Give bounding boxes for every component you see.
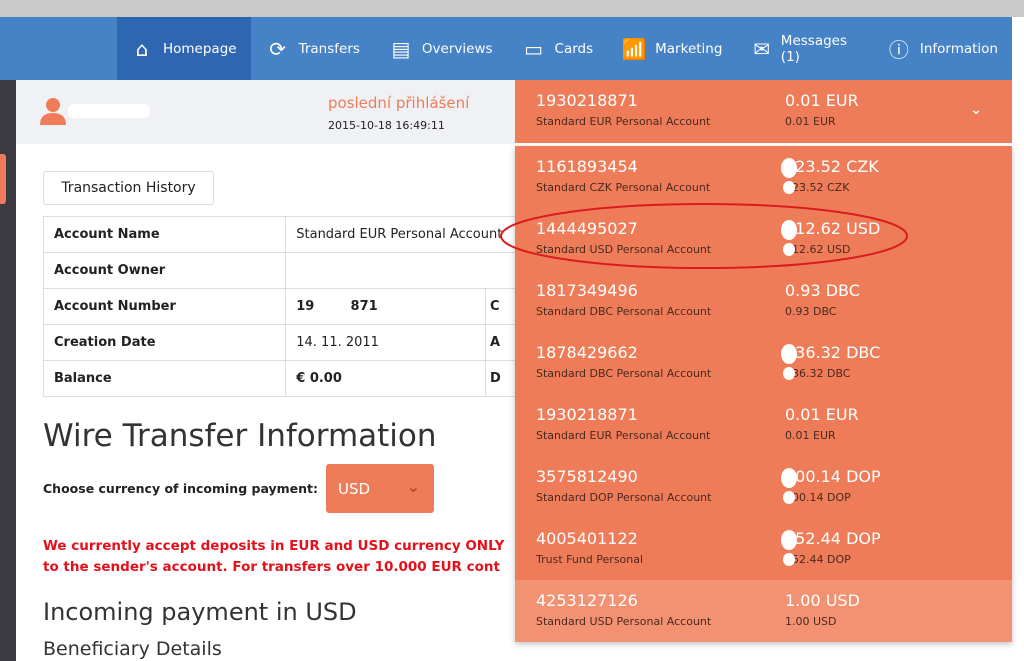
nav-marketing[interactable]: 📶 Marketing [607, 17, 736, 80]
account-amount: 452.44 DOP [785, 529, 881, 548]
account-name: Trust Fund Personal [536, 553, 644, 566]
window-top-band [0, 0, 1024, 17]
account-amount-sub: 0.01 EUR [785, 429, 836, 442]
account-name: Standard CZK Personal Account [536, 181, 711, 194]
account-amount-sub: 1.00 USD [785, 615, 837, 628]
account-option[interactable]: 1930218871 Standard EUR Personal Account… [515, 394, 1012, 456]
account-number: 1930218871 [536, 405, 638, 424]
refresh-icon: ⟳ [269, 36, 286, 61]
envelope-icon: ✉ [753, 36, 770, 61]
account-number: 1817349496 [536, 281, 638, 300]
redaction-mark [781, 220, 797, 240]
warning-text: We currently accept deposits in EUR and … [43, 538, 505, 554]
redaction-mark [783, 243, 795, 256]
account-number: 1444495027 [536, 219, 638, 238]
account-amount: 823.52 CZK [785, 157, 879, 176]
nav-messages[interactable]: ✉ Messages (1) [736, 17, 871, 80]
sidebar-toggle[interactable] [0, 154, 6, 204]
redaction-mark [781, 344, 797, 364]
cards-icon: ▭ [524, 36, 543, 61]
redaction-mark [783, 553, 795, 566]
account-option[interactable]: 1444495027 Standard USD Personal Account… [515, 208, 1012, 270]
redaction-mark [781, 468, 797, 488]
table-row: Creation Date 14. 11. 2011 A [42, 324, 516, 361]
user-bar: poslední přihlášení 2015-10-18 16:49:11 [16, 80, 516, 144]
redaction-mark [783, 181, 795, 194]
account-number: 1161893454 [536, 157, 638, 176]
account-name: Standard EUR Personal Account [536, 429, 711, 442]
currency-label: Choose currency of incoming payment: [43, 481, 319, 496]
table-row: Account Owner [42, 252, 516, 289]
account-name: Standard USD Personal Account [536, 243, 712, 256]
account-option[interactable]: 1817349496 Standard DBC Personal Account… [515, 270, 1012, 332]
main-content: Transaction History Account Name Standard… [16, 144, 516, 661]
account-number: 1878429662 [536, 343, 638, 362]
transaction-history-button[interactable]: Transaction History [43, 171, 214, 205]
home-icon: ⌂ [135, 36, 149, 61]
nav-homepage[interactable]: ⌂ Homepage [117, 17, 251, 80]
chevron-down-icon: ⌄ [406, 477, 420, 496]
last-login-time: 2015-10-18 16:49:11 [328, 119, 445, 132]
currency-select[interactable]: USD ⌄ [326, 464, 434, 513]
account-amount: 036.32 DBC [785, 343, 881, 362]
warning-text: to the sender's account. For transfers o… [43, 559, 500, 575]
main-nav: ⌂ Homepage ⟳ Transfers ▤ Overviews ▭ Cards 📶… [0, 17, 1012, 80]
account-option[interactable]: 4005401122 Trust Fund Personal 452.44 DO… [515, 518, 1012, 580]
redaction-mark [781, 158, 797, 178]
nav-transfers[interactable]: ⟳ Transfers [251, 17, 374, 80]
overview-icon: ▤ [391, 36, 411, 61]
account-name: Standard DBC Personal Account [536, 305, 712, 318]
last-login-label: poslední přihlášení [328, 94, 470, 112]
redaction-mark [783, 491, 795, 504]
account-name: Standard USD Personal Account [536, 615, 712, 628]
account-amount-sub: 0.93 DBC [785, 305, 837, 318]
table-row: Account Name Standard EUR Personal Accoun… [42, 216, 516, 253]
redaction-mark [783, 367, 795, 380]
account-dropdown: 1161893454 Standard CZK Personal Account… [515, 146, 1012, 642]
account-amount: 0.93 DBC [785, 281, 860, 300]
account-option[interactable]: 3575812490 Standard DOP Personal Account… [515, 456, 1012, 518]
account-number: 4253127126 [536, 591, 638, 610]
account-name: Standard DBC Personal Account [536, 367, 712, 380]
account-amount: 0.01 EUR [785, 405, 859, 424]
table-row: Balance € 0.00 D [42, 360, 516, 397]
chevron-down-icon: ⌄ [970, 102, 982, 118]
redacted-username [68, 104, 150, 118]
account-amount: 1.00 USD [785, 591, 860, 610]
account-number: 4005401122 [536, 529, 638, 548]
wire-transfer-title: Wire Transfer Information [43, 418, 437, 454]
table-row: Account Number 19 871 C [42, 288, 516, 325]
account-details-table: Account Name Standard EUR Personal Accoun… [42, 216, 516, 397]
account-amount: 000.14 DOP [785, 467, 881, 486]
incoming-payment-title: Incoming payment in USD [43, 598, 357, 626]
chart-icon: 📶 [621, 36, 647, 61]
beneficiary-title: Beneficiary Details [43, 638, 222, 660]
account-amount: 412.62 USD [785, 219, 881, 238]
user-icon [40, 98, 66, 125]
account-number: 3575812490 [536, 467, 638, 486]
info-icon: ⓘ [888, 38, 909, 62]
nav-overviews[interactable]: ▤ Overviews [374, 17, 507, 80]
account-name: Standard DOP Personal Account [536, 491, 712, 504]
nav-information[interactable]: ⓘ Information [872, 17, 1012, 80]
nav-cards[interactable]: ▭ Cards [507, 17, 608, 80]
account-option[interactable]: 4253127126 Standard USD Personal Account… [515, 580, 1012, 642]
left-sidebar [0, 80, 16, 661]
account-selector[interactable]: 1930218871 Standard EUR Personal Account… [515, 80, 1012, 143]
account-option[interactable]: 1161893454 Standard CZK Personal Account… [515, 146, 1012, 208]
redaction-mark [781, 530, 797, 550]
account-option[interactable]: 1878429662 Standard DBC Personal Account… [515, 332, 1012, 394]
